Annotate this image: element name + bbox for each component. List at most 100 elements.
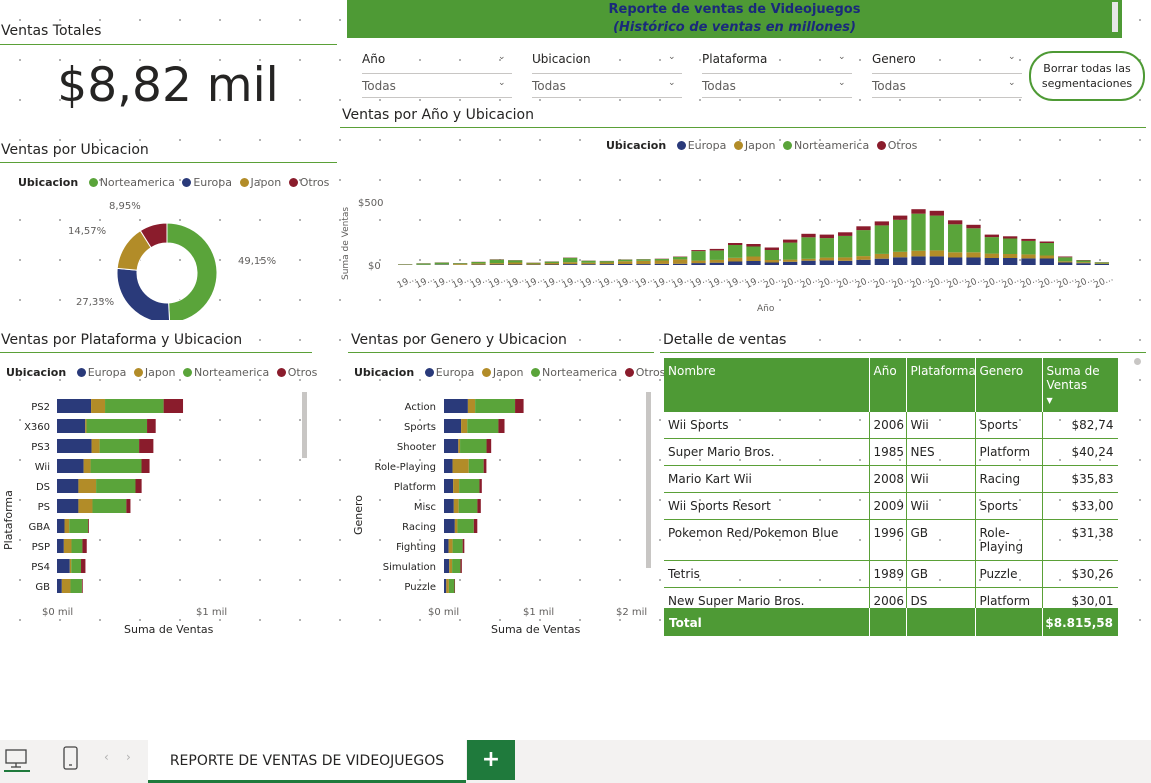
bar-ps2-japon[interactable] (91, 399, 106, 413)
year-bar-2017-japon[interactable] (1076, 262, 1091, 264)
year-bar-2007-japon[interactable] (893, 251, 908, 258)
desktop-view-icon[interactable] (4, 748, 30, 772)
bar-sports-norteamerica[interactable] (467, 419, 499, 433)
year-bar-1985-europa[interactable] (489, 264, 504, 266)
year-bar-1991-japon[interactable] (599, 262, 614, 265)
platform-scrollbar[interactable] (302, 392, 307, 458)
year-bar-1994-japon[interactable] (654, 260, 669, 264)
bar-ps-europa[interactable] (57, 499, 79, 513)
bar-platform-europa[interactable] (444, 479, 454, 493)
year-bar-2016-otros[interactable] (1058, 256, 1073, 258)
chevron-down-icon[interactable]: ⌄ (1008, 52, 1016, 62)
year-bar-1995-japon[interactable] (673, 259, 688, 264)
bar-ps3-norteamerica[interactable] (99, 439, 140, 453)
year-bar-2011-otros[interactable] (966, 224, 981, 229)
year-bar-2002-europa[interactable] (801, 260, 816, 265)
year-bar-1998-europa[interactable] (728, 261, 743, 266)
year-bar-1996-japon[interactable] (691, 260, 706, 264)
year-bar-1992-japon[interactable] (618, 261, 633, 264)
bar-platform-japon[interactable] (453, 479, 460, 493)
bar-ds-norteamerica[interactable] (96, 479, 136, 493)
year-bar-1984-norteamerica[interactable] (471, 262, 486, 264)
bar-fighting-europa[interactable] (444, 539, 449, 553)
year-bar-2020-japon[interactable] (1094, 263, 1109, 264)
year-bar-2015-otros[interactable] (1039, 241, 1054, 244)
bar-ps3-europa[interactable] (57, 439, 92, 453)
year-bar-1986-japon[interactable] (508, 262, 523, 265)
col-header-ventas[interactable]: Suma de Ventas ▼ (1042, 358, 1118, 412)
year-bar-1993-japon[interactable] (636, 260, 651, 265)
year-bar-2020-europa[interactable] (1094, 264, 1109, 265)
year-bar-2012-japon[interactable] (984, 253, 999, 258)
bar-misc-japon[interactable] (453, 499, 459, 513)
bar-action-norteamerica[interactable] (475, 399, 516, 413)
year-bar-1995-norteamerica[interactable] (673, 256, 688, 260)
year-bar-1987-norteamerica[interactable] (526, 262, 541, 264)
chevron-down-icon[interactable]: ⌄ (838, 52, 846, 62)
year-bar-2015-norteamerica[interactable] (1039, 243, 1054, 256)
year-bar-2013-otros[interactable] (1003, 236, 1018, 239)
bar-ps-otros[interactable] (126, 499, 131, 513)
bar-wii-otros[interactable] (141, 459, 150, 473)
bar-role-playing-norteamerica[interactable] (468, 459, 484, 473)
year-bar-2001-otros[interactable] (783, 239, 798, 243)
bar-fighting-norteamerica[interactable] (452, 539, 463, 553)
col-header-genero[interactable]: Genero (975, 358, 1043, 412)
year-bar-1997-otros[interactable] (709, 248, 724, 251)
year-bar-1997-japon[interactable] (709, 259, 724, 263)
bar-ds-japon[interactable] (78, 479, 97, 493)
year-bar-2014-europa[interactable] (1021, 258, 1036, 265)
year-bar-2005-japon[interactable] (856, 256, 871, 260)
year-bar-1994-europa[interactable] (654, 263, 669, 265)
bar-sports-japon[interactable] (461, 419, 468, 433)
chevron-down-icon[interactable]: ⌄ (1008, 78, 1016, 88)
bar-ps3-otros[interactable] (139, 439, 154, 453)
bar-x360-otros[interactable] (147, 419, 156, 433)
chevron-left-icon[interactable]: ‹ (104, 750, 109, 764)
bar-ps4-norteamerica[interactable] (71, 559, 82, 573)
bar-x360-norteamerica[interactable] (86, 419, 148, 433)
bar-ps-japon[interactable] (78, 499, 93, 513)
year-bar-2001-japon[interactable] (783, 259, 798, 262)
year-bar-2009-europa[interactable] (929, 256, 944, 265)
bar-platform-norteamerica[interactable] (459, 479, 480, 493)
bar-ps4-otros[interactable] (81, 559, 86, 573)
bar-puzzle-norteamerica[interactable] (448, 579, 455, 593)
year-bar-1989-norteamerica[interactable] (563, 257, 578, 263)
bar-shooter-europa[interactable] (444, 439, 459, 453)
bar-ds-europa[interactable] (57, 479, 79, 493)
year-bar-2011-norteamerica[interactable] (966, 228, 981, 253)
year-bar-1999-japon[interactable] (746, 256, 761, 262)
year-bar-1998-otros[interactable] (728, 243, 743, 245)
year-bar-2008-norteamerica[interactable] (911, 213, 926, 251)
year-bar-1993-norteamerica[interactable] (636, 259, 651, 261)
bar-fighting-japon[interactable] (448, 539, 453, 553)
year-bar-1996-norteamerica[interactable] (691, 251, 706, 261)
slicer-value[interactable]: Todas (872, 79, 906, 93)
year-bar-1983-norteamerica[interactable] (453, 263, 468, 265)
year-bar-2007-otros[interactable] (893, 215, 908, 220)
col-header-nombre[interactable]: Nombre (664, 358, 870, 412)
year-bar-2000-europa[interactable] (764, 262, 779, 266)
year-bar-1986-norteamerica[interactable] (508, 260, 523, 263)
details-table-viewport[interactable]: Nombre Año Plataforma Genero Suma de Ven… (664, 358, 1118, 608)
bar-wii-europa[interactable] (57, 459, 84, 473)
year-bar-2005-europa[interactable] (856, 259, 871, 265)
year-bar-1987-japon[interactable] (526, 263, 541, 265)
year-bar-2005-norteamerica[interactable] (856, 230, 871, 257)
bar-x360-europa[interactable] (57, 419, 86, 433)
bar-puzzle-japon[interactable] (446, 579, 449, 593)
year-bar-1985-norteamerica[interactable] (489, 259, 504, 264)
bar-ps4-europa[interactable] (57, 559, 70, 573)
year-bar-2015-europa[interactable] (1039, 258, 1054, 266)
table-row[interactable]: New Super Mario Bros. 2006 DS Platform $30,0… (664, 587, 1118, 608)
year-bar-1983-japon[interactable] (453, 264, 468, 265)
bar-racing-norteamerica[interactable] (457, 519, 474, 533)
chevron-down-icon[interactable]: ⌄ (668, 52, 676, 62)
bar-ps2-otros[interactable] (163, 399, 184, 413)
year-bar-1981-norteamerica[interactable] (416, 263, 431, 265)
bar-gb-otros[interactable] (81, 579, 83, 593)
year-bar-2003-japon[interactable] (819, 257, 834, 261)
year-bar-2003-europa[interactable] (819, 260, 834, 265)
year-bar-2001-europa[interactable] (783, 261, 798, 265)
